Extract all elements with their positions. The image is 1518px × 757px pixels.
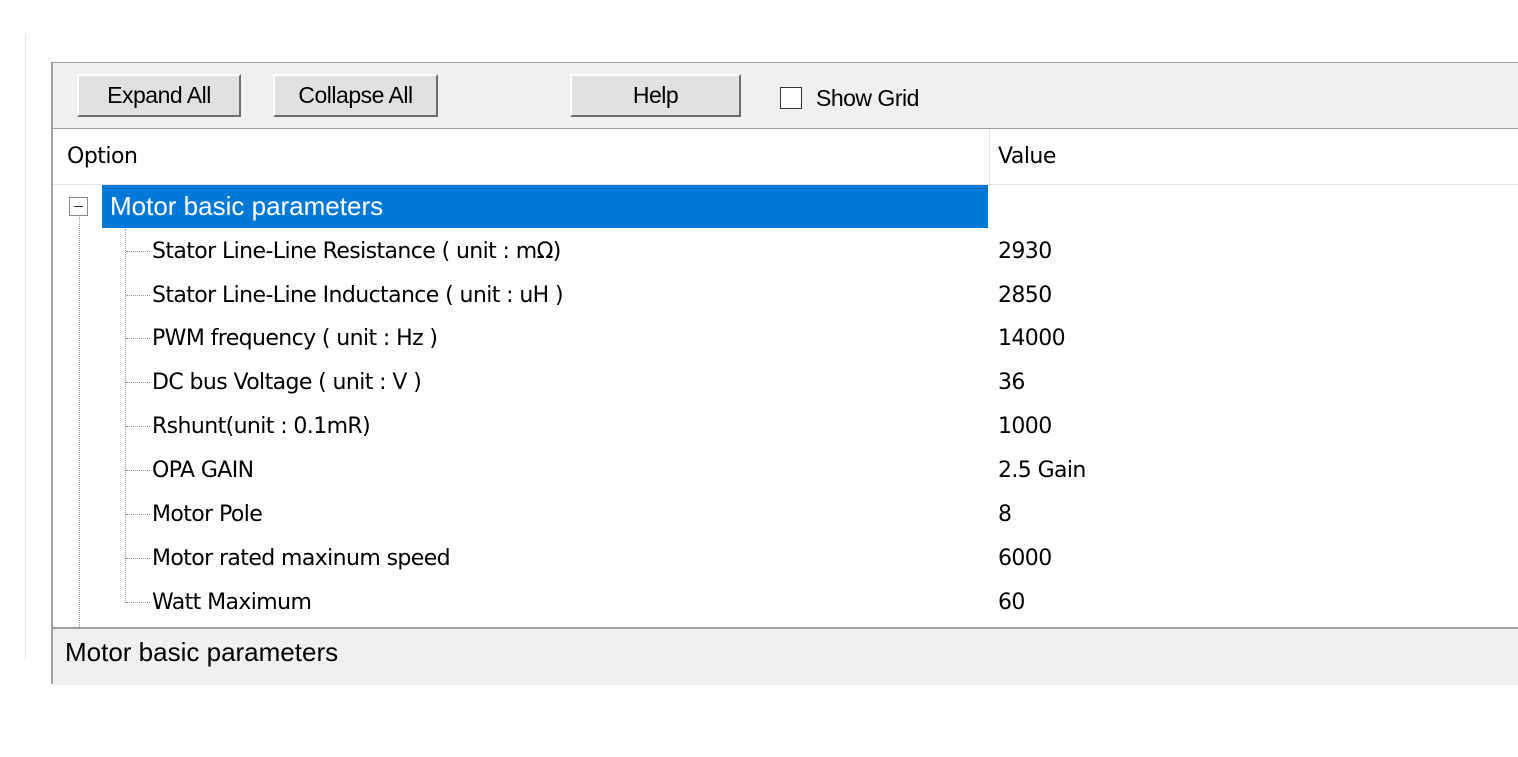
tree-connector xyxy=(126,382,150,383)
grid-header: Option Value xyxy=(53,129,1518,185)
property-grid: Option Value Motor basic parameters Stat… xyxy=(53,129,1518,627)
row-value[interactable]: 8 xyxy=(998,492,1012,536)
tree-connector xyxy=(126,251,150,252)
row-label: PWM frequency ( unit : Hz ) xyxy=(152,325,438,351)
row-label: OPA GAIN xyxy=(152,457,254,483)
collapse-all-button[interactable]: Collapse All xyxy=(273,74,438,117)
row-value[interactable]: 6000 xyxy=(998,536,1052,580)
row-value[interactable]: 2930 xyxy=(998,229,1052,273)
table-row[interactable]: DC bus Voltage ( unit : V ) 36 xyxy=(53,360,1518,404)
description-text: Motor basic parameters xyxy=(65,637,339,667)
row-value[interactable]: 14000 xyxy=(998,316,1066,360)
tree-connector xyxy=(126,514,150,515)
table-row[interactable]: Stator Line-Line Inductance ( unit : uH … xyxy=(53,273,1518,317)
description-pane: Motor basic parameters xyxy=(53,627,1518,685)
tree-connector xyxy=(126,295,150,296)
group-label[interactable]: Motor basic parameters xyxy=(102,185,988,228)
tree-connector xyxy=(126,602,150,603)
row-label: Watt Maximum xyxy=(152,589,312,615)
property-grid-panel: Expand All Collapse All Help Show Grid O… xyxy=(51,62,1518,685)
row-value[interactable]: 36 xyxy=(998,360,1025,404)
row-value[interactable]: 2850 xyxy=(998,273,1052,317)
row-label: Stator Line-Line Resistance ( unit : mΩ) xyxy=(152,238,561,264)
table-row[interactable]: Watt Maximum 60 xyxy=(53,580,1518,624)
toolbar: Expand All Collapse All Help Show Grid xyxy=(53,63,1518,129)
help-button[interactable]: Help xyxy=(570,74,741,117)
collapse-toggle-icon[interactable] xyxy=(69,197,88,216)
table-row[interactable]: Rshunt(unit : 0.1mR) 1000 xyxy=(53,404,1518,448)
row-label: Rshunt(unit : 0.1mR) xyxy=(152,413,371,439)
tree-connector xyxy=(126,338,150,339)
tree-connector xyxy=(126,470,150,471)
row-label: Motor rated maxinum speed xyxy=(152,545,451,571)
table-row[interactable]: OPA GAIN 2.5 Gain xyxy=(53,448,1518,492)
show-grid-checkbox[interactable] xyxy=(780,87,802,109)
table-row[interactable]: Motor Pole 8 xyxy=(53,492,1518,536)
show-grid-label: Show Grid xyxy=(816,84,919,111)
tree-connector xyxy=(126,558,150,559)
row-value[interactable]: 1000 xyxy=(998,404,1052,448)
row-value[interactable]: 60 xyxy=(998,580,1025,624)
group-row[interactable]: Motor basic parameters xyxy=(53,185,1518,229)
column-header-option[interactable]: Option xyxy=(67,129,138,184)
expand-all-button[interactable]: Expand All xyxy=(77,74,241,117)
window-edge xyxy=(25,35,26,660)
group-rows: Stator Line-Line Resistance ( unit : mΩ)… xyxy=(53,229,1518,627)
row-label: DC bus Voltage ( unit : V ) xyxy=(152,369,422,395)
column-header-value[interactable]: Value xyxy=(998,129,1056,184)
table-row[interactable]: Stator Line-Line Resistance ( unit : mΩ)… xyxy=(53,229,1518,273)
show-grid-toggle[interactable]: Show Grid xyxy=(780,83,919,113)
table-row[interactable]: PWM frequency ( unit : Hz ) 14000 xyxy=(53,316,1518,360)
row-value[interactable]: 2.5 Gain xyxy=(998,448,1086,492)
column-divider[interactable] xyxy=(989,129,990,184)
table-row[interactable]: Motor rated maxinum speed 6000 xyxy=(53,536,1518,580)
tree-connector xyxy=(126,426,150,427)
row-label: Stator Line-Line Inductance ( unit : uH … xyxy=(152,282,564,308)
row-label: Motor Pole xyxy=(152,501,263,527)
